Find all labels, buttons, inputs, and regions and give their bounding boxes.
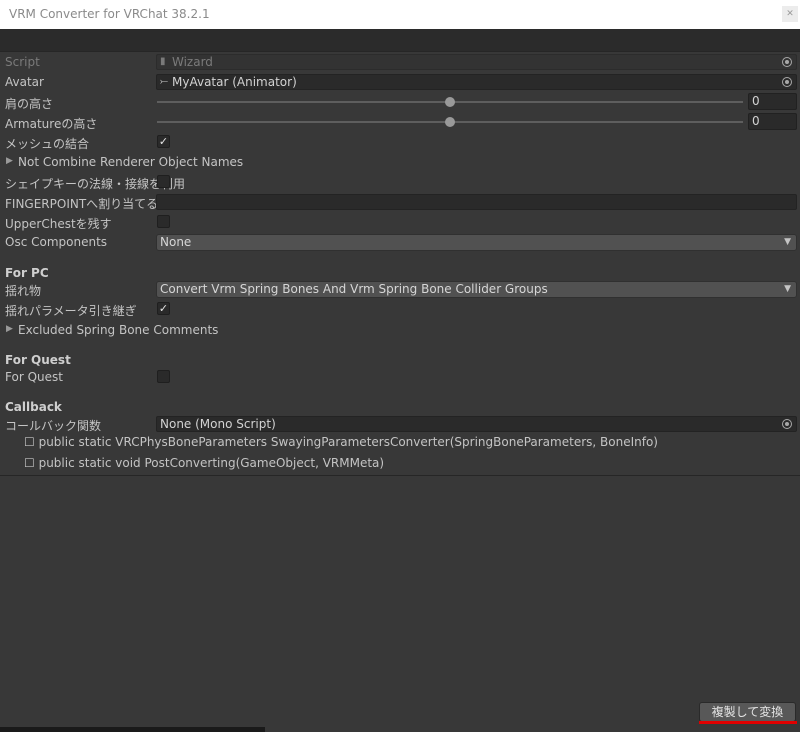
bottom-bar [0, 727, 265, 732]
fingerpoint-input[interactable] [156, 194, 797, 210]
excluded-comments-label: Excluded Spring Bone Comments [18, 323, 219, 337]
for-quest-label: For Quest [5, 370, 63, 384]
object-picker-icon[interactable] [782, 77, 792, 87]
callback-label: コールバック関数 [5, 419, 102, 433]
shoulder-height-label: 肩の高さ [5, 97, 54, 111]
swaying-dropdown[interactable]: Convert Vrm Spring Bones And Vrm Spring … [156, 281, 797, 298]
shoulder-height-input[interactable]: 0 [748, 93, 797, 110]
osc-components-dropdown[interactable]: None ▼ [156, 234, 797, 251]
armature-height-row: Armatureの高さ 0 [0, 112, 800, 132]
object-picker-icon[interactable] [782, 419, 792, 429]
take-over-row: 揺れパラメータ引き継ぎ ✓ [0, 299, 800, 319]
upperchest-checkbox[interactable] [157, 215, 170, 228]
callback-header: Callback [5, 400, 62, 414]
callback-signature-line: ☐ public static VRCPhysBoneParameters Sw… [24, 435, 658, 449]
osc-components-label: Osc Components [5, 235, 108, 249]
window-title: VRM Converter for VRChat 38.2.1 [9, 7, 210, 21]
blendshape-normals-row: シェイプキーの法線・接線を利用 [0, 172, 800, 192]
fingerpoint-label: FINGERPOINTへ割り当てる表 [5, 197, 171, 211]
shoulder-height-slider[interactable] [157, 97, 743, 107]
highlight-underline [699, 721, 797, 724]
script-field: ▮ Wizard [156, 54, 797, 70]
window-titlebar: VRM Converter for VRChat 38.2.1 ✕ [0, 0, 800, 29]
take-over-checkbox[interactable]: ✓ [157, 302, 170, 315]
close-icon[interactable]: ✕ [782, 6, 798, 22]
avatar-field[interactable]: ⤚ MyAvatar (Animator) [156, 74, 797, 90]
callback-field[interactable]: None (Mono Script) [156, 416, 797, 432]
inspector-panel: Script ▮ Wizard Avatar ⤚ MyAvatar (Anima… [0, 51, 800, 476]
animator-icon: ⤚ [160, 76, 168, 87]
swaying-value: Convert Vrm Spring Bones And Vrm Spring … [160, 282, 548, 296]
fingerpoint-row: FINGERPOINTへ割り当てる表 [0, 192, 800, 212]
armature-height-label: Armatureの高さ [5, 117, 98, 131]
combine-meshes-checkbox[interactable]: ✓ [157, 135, 170, 148]
swaying-label: 揺れ物 [5, 284, 42, 298]
script-file-icon: ▮ [160, 56, 166, 67]
upperchest-label: UpperChestを残す [5, 217, 112, 231]
avatar-row: Avatar ⤚ MyAvatar (Animator) [0, 72, 800, 92]
callback-value: None (Mono Script) [160, 417, 276, 431]
callback-signature-line: ☐ public static void PostConverting(Game… [24, 456, 385, 470]
for-quest-row: For Quest [0, 367, 800, 387]
not-combine-label: Not Combine Renderer Object Names [18, 155, 244, 169]
not-combine-foldout[interactable]: ▶ Not Combine Renderer Object Names [0, 152, 800, 172]
shoulder-height-row: 肩の高さ 0 [0, 92, 800, 112]
foldout-arrow-icon[interactable]: ▶ [6, 156, 13, 166]
armature-height-input[interactable]: 0 [748, 113, 797, 130]
upperchest-row: UpperChestを残す [0, 212, 800, 232]
armature-height-slider-thumb[interactable] [445, 117, 455, 127]
for-pc-header: For PC [5, 266, 49, 280]
armature-height-slider[interactable] [157, 117, 743, 127]
take-over-label: 揺れパラメータ引き継ぎ [5, 304, 137, 318]
script-value: Wizard [172, 55, 213, 69]
osc-components-row: Osc Components None ▼ [0, 232, 800, 252]
convert-button[interactable]: 複製して変換 [699, 702, 796, 722]
foldout-arrow-icon[interactable]: ▶ [6, 324, 13, 334]
avatar-value: MyAvatar (Animator) [172, 75, 297, 89]
object-picker-icon [782, 57, 792, 67]
shoulder-height-slider-thumb[interactable] [445, 97, 455, 107]
script-row: Script ▮ Wizard [0, 52, 800, 72]
osc-components-value: None [160, 235, 192, 249]
combine-meshes-label: メッシュの結合 [5, 137, 90, 151]
excluded-comments-foldout[interactable]: ▶ Excluded Spring Bone Comments [0, 320, 800, 340]
dropdown-arrow-icon: ▼ [784, 284, 791, 294]
dropdown-arrow-icon: ▼ [784, 237, 791, 247]
for-quest-header: For Quest [5, 353, 71, 367]
swaying-row: 揺れ物 Convert Vrm Spring Bones And Vrm Spr… [0, 279, 800, 299]
script-label: Script [5, 55, 40, 69]
callback-row: コールバック関数 None (Mono Script) [0, 414, 800, 434]
combine-meshes-row: メッシュの結合 ✓ [0, 132, 800, 152]
for-quest-checkbox[interactable] [157, 370, 170, 383]
avatar-label: Avatar [5, 75, 44, 89]
window-toolbar [0, 29, 800, 52]
blendshape-normals-checkbox[interactable] [157, 175, 170, 188]
